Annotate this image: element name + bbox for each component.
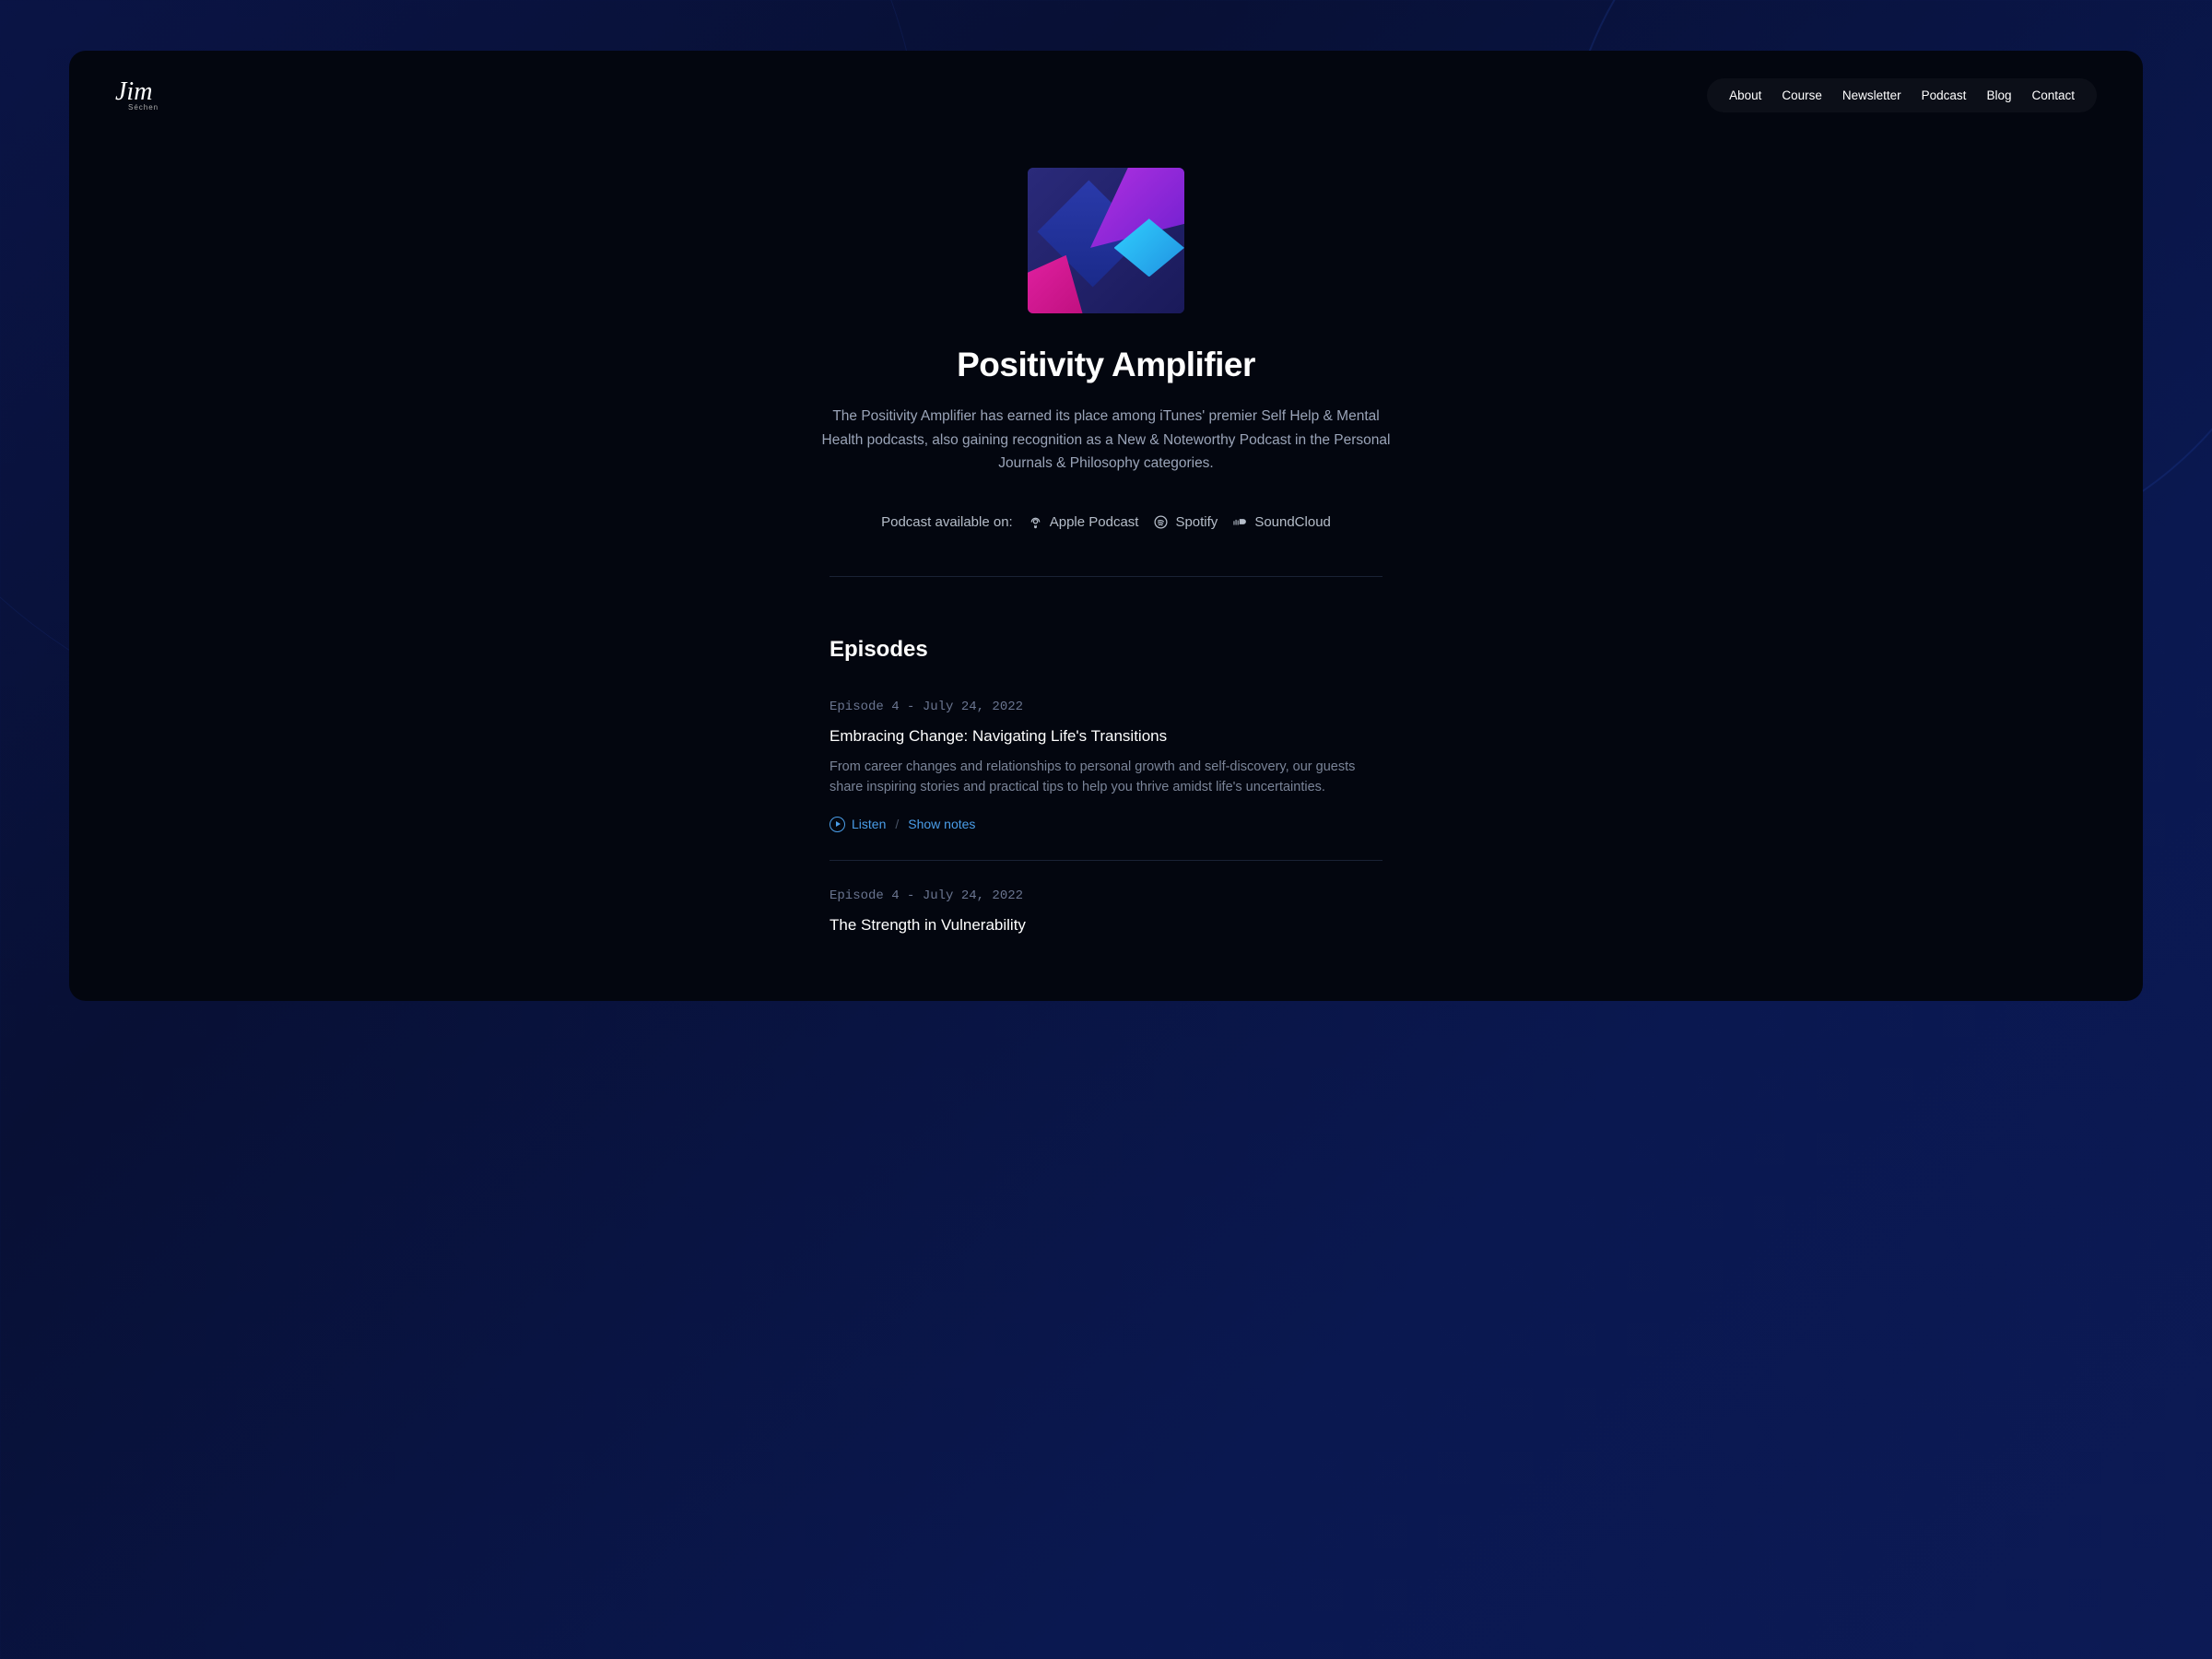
episode-item: Episode 4 - July 24, 2022 Embracing Chan… (830, 700, 1382, 861)
action-separator: / (895, 817, 899, 831)
nav-podcast[interactable]: Podcast (1922, 88, 1967, 102)
nav-blog[interactable]: Blog (1986, 88, 2011, 102)
episode-description: From career changes and relationships to… (830, 757, 1382, 798)
podcast-hero: Positivity Amplifier The Positivity Ampl… (820, 168, 1392, 576)
soundcloud-icon (1232, 514, 1248, 530)
show-notes-link[interactable]: Show notes (908, 817, 975, 831)
nav-newsletter[interactable]: Newsletter (1842, 88, 1901, 102)
podcast-title: Positivity Amplifier (957, 346, 1255, 384)
platform-label: SoundCloud (1254, 514, 1331, 530)
header: Jim Séchen About Course Newsletter Podca… (115, 78, 2097, 112)
listen-button[interactable]: Listen (830, 817, 886, 832)
apple-podcast-icon (1028, 514, 1043, 530)
episode-actions: Listen / Show notes (830, 817, 1382, 832)
platform-label: Apple Podcast (1050, 514, 1139, 530)
listen-label: Listen (852, 817, 886, 831)
app-container: Jim Séchen About Course Newsletter Podca… (69, 51, 2143, 1001)
platform-label: Spotify (1175, 514, 1218, 530)
platform-soundcloud[interactable]: SoundCloud (1232, 514, 1331, 530)
available-label: Podcast available on: (881, 514, 1013, 530)
podcast-artwork (1028, 168, 1184, 313)
brand-name: Jim (115, 79, 159, 105)
podcast-description: The Positivity Amplifier has earned its … (820, 405, 1392, 476)
brand-logo[interactable]: Jim Séchen (115, 79, 159, 112)
platform-list: Podcast available on: Apple Podcast (881, 514, 1331, 530)
spotify-icon (1153, 514, 1169, 530)
play-icon (830, 817, 845, 832)
platform-apple-podcast[interactable]: Apple Podcast (1028, 514, 1139, 530)
brand-subtitle: Séchen (128, 103, 159, 112)
nav-course[interactable]: Course (1782, 88, 1822, 102)
section-divider (830, 576, 1382, 577)
episode-item: Episode 4 - July 24, 2022 The Strength i… (830, 888, 1382, 935)
platform-spotify[interactable]: Spotify (1153, 514, 1218, 530)
main-nav: About Course Newsletter Podcast Blog Con… (1707, 78, 2097, 112)
episode-title[interactable]: Embracing Change: Navigating Life's Tran… (830, 727, 1382, 746)
episode-title[interactable]: The Strength in Vulnerability (830, 916, 1382, 935)
nav-contact[interactable]: Contact (2031, 88, 2075, 102)
episodes-section: Episodes Episode 4 - July 24, 2022 Embra… (830, 637, 1382, 935)
episode-meta: Episode 4 - July 24, 2022 (830, 888, 1382, 903)
episodes-heading: Episodes (830, 637, 1382, 663)
nav-about[interactable]: About (1729, 88, 1761, 102)
episode-meta: Episode 4 - July 24, 2022 (830, 700, 1382, 714)
